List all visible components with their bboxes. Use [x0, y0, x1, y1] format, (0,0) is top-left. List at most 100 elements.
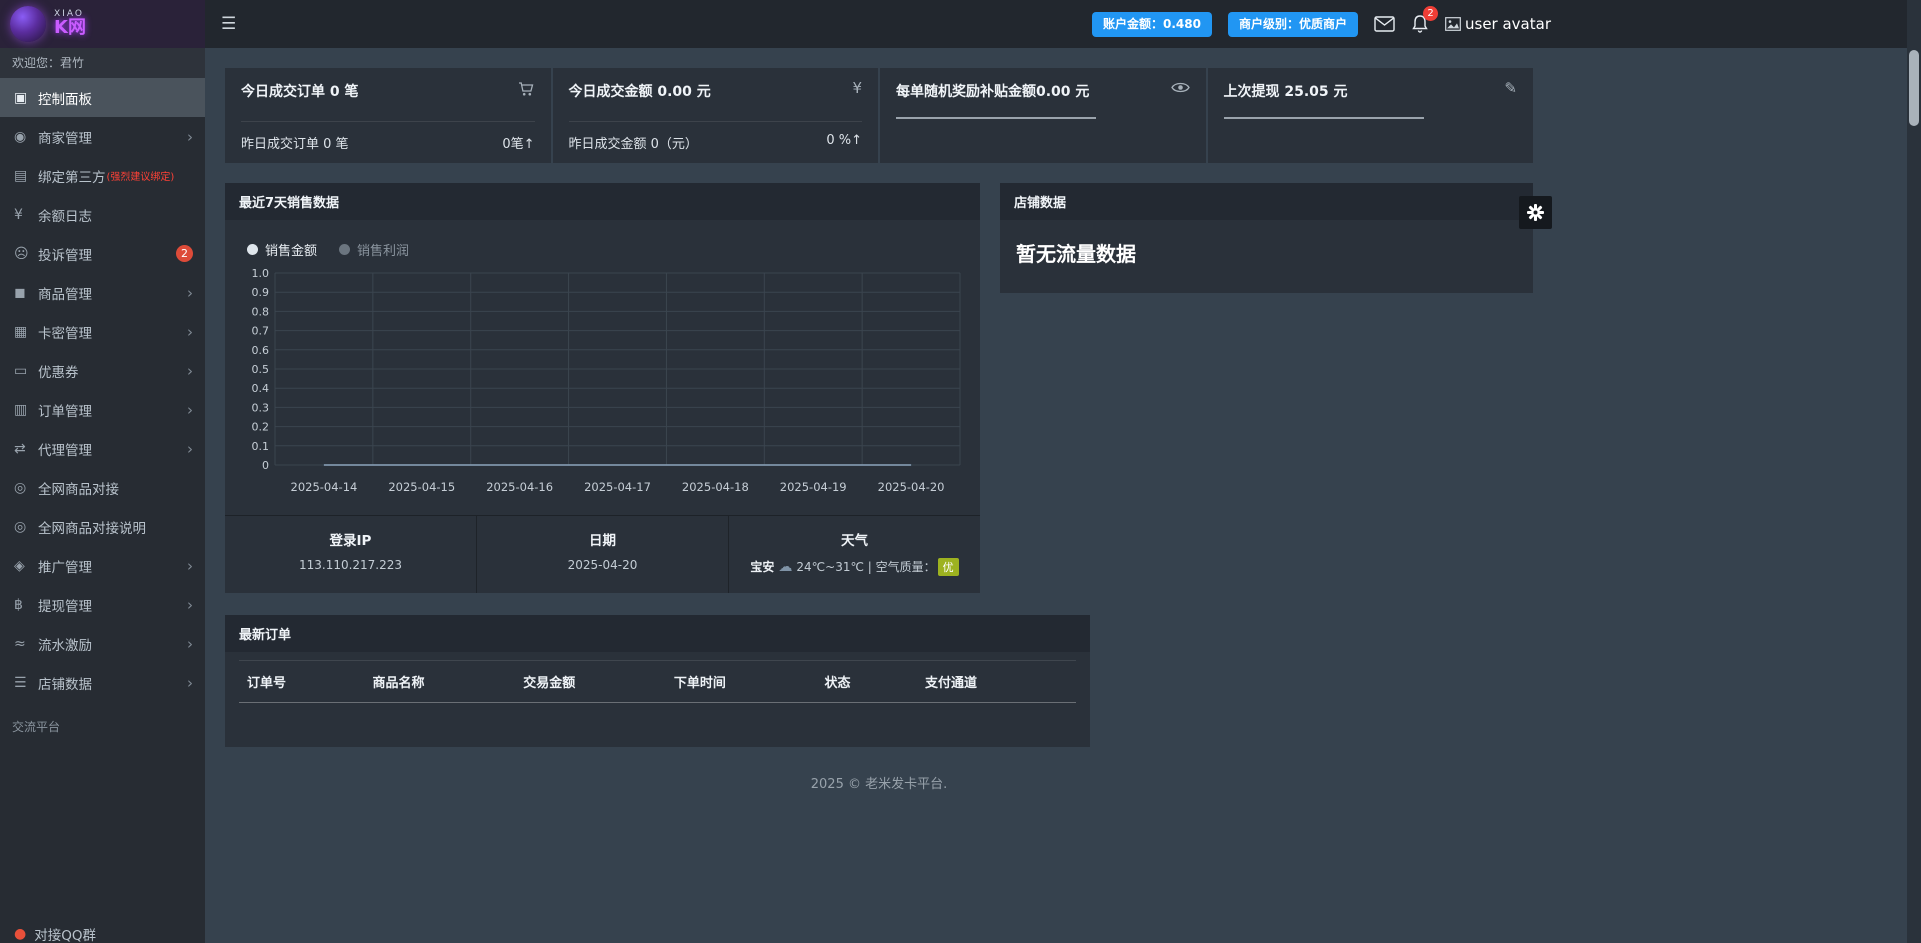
stat-card-title: 上次提现 25.05 元: [1223, 84, 1348, 100]
sidebar-item-qq-group[interactable]: ● 对接QQ群: [0, 917, 205, 943]
account-balance-button[interactable]: 账户金额：0.480: [1092, 11, 1212, 37]
info-cell-value: 2025-04-20: [567, 558, 638, 572]
sidebar-item[interactable]: ☹ 投诉管理 2: [0, 234, 205, 273]
stat-card-sub-value: 0 %↑: [826, 133, 862, 148]
legend-dot-icon: [247, 244, 258, 255]
sidebar-item[interactable]: ⇄ 代理管理 ›: [0, 429, 205, 468]
sidebar-item[interactable]: ◈ 推广管理 ›: [0, 546, 205, 585]
sales-line-chart: 0 0.1 0.2 0.3 0.4 0.5 0.6 0.7 0.8 0.9 1.0 2025-04-1…: [252, 267, 961, 494]
info-cell-title: 天气: [841, 533, 868, 549]
orders-table: 订单号 商品名称 交易金额 下单时间 状态 支付通道: [239, 660, 1076, 727]
sidebar-item-label: 全网商品对接: [38, 481, 119, 498]
info-cell-value: 宝安 ☁ 24℃~31℃ | 空气质量：优: [729, 558, 980, 576]
sidebar-item-label: 店铺数据: [38, 676, 92, 693]
info-cell: 日期 2025-04-20: [477, 516, 729, 593]
goods-briefcase-icon: ◼: [14, 284, 26, 301]
latest-orders-panel-title: 最新订单: [225, 615, 1090, 652]
sidebar: XIAO K网 欢迎您：君竹 ▣ 控制面板 ◉ 商家管理 › ▤ 绑定第三方 (强烈建议绑定)…: [0, 0, 205, 943]
logo-main-text: K网: [54, 17, 86, 39]
sidebar-item[interactable]: ▦ 卡密管理 ›: [0, 312, 205, 351]
promo-share-icon: ◈: [14, 557, 25, 574]
sales-chart-panel-title: 最近7天销售数据: [225, 183, 980, 220]
notifications-button[interactable]: 2: [1411, 6, 1438, 34]
stat-card-underline: [896, 117, 1096, 119]
sidebar-item[interactable]: ◼ 商品管理 ›: [0, 273, 205, 312]
notification-badge: 2: [176, 245, 193, 262]
stat-card-title: 每单随机奖励补贴金额0.00 元: [896, 84, 1090, 100]
yen-icon: ¥: [852, 79, 862, 97]
sidebar-item[interactable]: ฿ 提现管理 ›: [0, 585, 205, 624]
sidebar-item-label: 余额日志: [38, 208, 92, 225]
stat-card-sub-label: 昨日成交金额 0（元）: [568, 137, 698, 152]
user-avatar[interactable]: user avatar: [1445, 15, 1551, 33]
cart-icon: [518, 81, 535, 100]
chevron-right-icon: ›: [187, 556, 193, 575]
sidebar-item[interactable]: ▤ 绑定第三方 (强烈建议绑定): [0, 156, 205, 195]
sidebar-menu: ▣ 控制面板 ◉ 商家管理 › ▤ 绑定第三方 (强烈建议绑定) ¥ 余额日志 ☹ 投诉管理 2 ◼ 商品管…: [0, 78, 205, 702]
flow-water-icon: ≈: [14, 635, 26, 652]
chevron-right-icon: ›: [187, 595, 193, 614]
chevron-right-icon: ›: [187, 127, 193, 146]
legend-label: 销售利润: [357, 244, 410, 259]
sidebar-item[interactable]: ◎ 全网商品对接: [0, 468, 205, 507]
stat-card-title: 今日成交金额 0.00 元: [568, 84, 711, 100]
svg-text:0.9: 0.9: [252, 286, 270, 299]
bind-card-icon: ▤: [14, 167, 28, 184]
sidebar-item[interactable]: ◎ 全网商品对接说明: [0, 507, 205, 546]
sidebar-item[interactable]: ◉ 商家管理 ›: [0, 117, 205, 156]
settings-gear-button[interactable]: [1519, 196, 1552, 229]
chevron-right-icon: ›: [187, 361, 193, 380]
shop-data-body: 暂无流量数据: [1000, 220, 1533, 293]
sidebar-item-label: 提现管理: [38, 598, 92, 615]
sidebar-item[interactable]: ¥ 余额日志: [0, 195, 205, 234]
sidebar-item[interactable]: ▥ 订单管理 ›: [0, 390, 205, 429]
shop-data-panel: 店铺数据 暂无流量数据: [1000, 183, 1533, 293]
sidebar-item[interactable]: ▭ 优惠券 ›: [0, 351, 205, 390]
welcome-text: 欢迎您：君竹: [0, 48, 205, 78]
chart-legend: 销售金额 销售利润: [247, 240, 966, 259]
shop-empty-text: 暂无流量数据: [1016, 242, 1136, 266]
orders-column-header: 交易金额: [515, 660, 666, 703]
svg-text:0.7: 0.7: [252, 325, 270, 338]
sidebar-item[interactable]: ☰ 店铺数据 ›: [0, 663, 205, 702]
sidebar-item-label: 商家管理: [38, 130, 92, 147]
qq-icon: ●: [14, 926, 27, 942]
scrollbar[interactable]: [1907, 0, 1921, 943]
scrollbar-thumb[interactable]: [1909, 50, 1919, 126]
sidebar-item[interactable]: ▣ 控制面板: [0, 78, 205, 117]
stat-card-bottom: 昨日成交金额 0（元） 0 %↑: [568, 121, 862, 152]
gear-icon: [1527, 204, 1544, 221]
stat-card-title: 今日成交订单 0 笔: [241, 84, 359, 100]
shop-data-panel-title: 店铺数据: [1000, 183, 1533, 220]
desktop-icon: ▣: [14, 89, 28, 106]
orders-column-header: 订单号: [239, 660, 365, 703]
stat-card-sub-value: 0笔↑: [502, 137, 535, 152]
sidebar-item-label: 推广管理: [38, 559, 92, 576]
envelope-icon: [1374, 16, 1395, 32]
sidebar-item[interactable]: ≈ 流水激励 ›: [0, 624, 205, 663]
main-content: 今日成交订单 0 笔昨日成交订单 0 笔 0笔↑ 今日成交金额 0.00 元 ¥ 昨日成…: [205, 48, 1553, 812]
topbar: ☰ 账户金额：0.480 商户级别：优质商户 2 user avatar: [205, 0, 1921, 48]
orders-column-header: 商品名称: [364, 660, 516, 703]
chevron-right-icon: ›: [187, 673, 193, 692]
stat-card: 今日成交订单 0 笔昨日成交订单 0 笔 0笔↑: [225, 68, 551, 163]
legend-item[interactable]: 销售利润: [339, 240, 409, 259]
logo-text: XIAO K网: [54, 9, 86, 39]
orders-empty-row: [239, 703, 1076, 727]
chevron-right-icon: ›: [187, 322, 193, 341]
eye-icon: [1170, 81, 1190, 97]
sidebar-item-label: 投诉管理: [38, 247, 92, 264]
legend-item[interactable]: 销售金额: [247, 240, 317, 259]
orders-column-header: 支付通道: [916, 660, 1076, 703]
info-cell: 天气宝安 ☁ 24℃~31℃ | 空气质量：优: [729, 516, 980, 593]
avatar-alt-text: user avatar: [1465, 15, 1551, 33]
stat-card-top: 今日成交订单 0 笔: [241, 81, 535, 101]
messages-button[interactable]: [1374, 16, 1395, 32]
logo[interactable]: XIAO K网: [0, 0, 205, 48]
sidebar-item-label: 订单管理: [38, 403, 92, 420]
hamburger-icon[interactable]: ☰: [221, 14, 236, 34]
merchant-level-button[interactable]: 商户级别：优质商户: [1227, 11, 1358, 37]
svg-text:2025-04-16: 2025-04-16: [486, 480, 553, 494]
stat-card-underline: [1223, 117, 1424, 119]
chevron-right-icon: ›: [187, 283, 193, 302]
